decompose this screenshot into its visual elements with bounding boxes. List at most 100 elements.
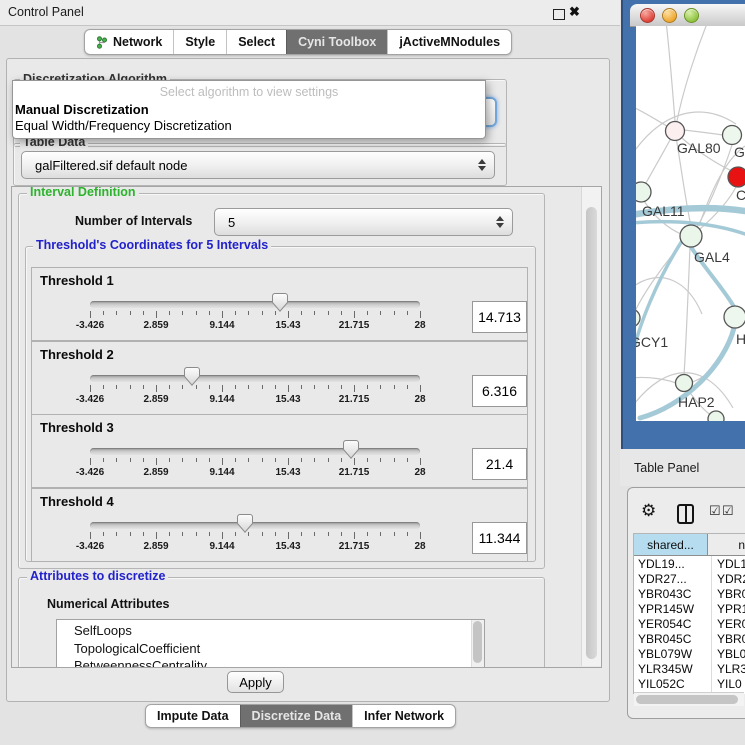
slider-ticks — [90, 532, 420, 540]
mac-zoom-button[interactable] — [684, 8, 699, 23]
table-row[interactable]: YDL19...YDL1 — [634, 556, 745, 571]
threshold-slider-thumb[interactable] — [184, 367, 200, 386]
tab-select[interactable]: Select — [226, 30, 286, 54]
table-cell-shared-name[interactable]: YLR345W — [634, 662, 712, 677]
network-node-label: C — [736, 187, 745, 203]
network-node-gcy1[interactable] — [636, 309, 640, 327]
attribute-item-topologicalcoefficient[interactable]: TopologicalCoefficient — [57, 640, 484, 658]
table-cell-name[interactable]: YBR0 — [712, 631, 745, 646]
threshold-value-input[interactable]: 6.316 — [472, 375, 527, 407]
bottom-tab-infer-network[interactable]: Infer Network — [352, 705, 455, 727]
network-canvas[interactable]: GAL80GCGAL11GAL4GCY1HHAP2 — [636, 26, 745, 421]
table-header-shared-name[interactable]: shared... — [634, 534, 708, 555]
table-cell-shared-name[interactable]: YPR145W — [634, 601, 712, 616]
table-cell-shared-name[interactable]: YBL079W — [634, 647, 712, 662]
attribute-item-selfloops[interactable]: SelfLoops — [57, 622, 484, 640]
network-node-gal4[interactable] — [680, 225, 702, 247]
table-horizontal-scrollbar[interactable] — [634, 692, 744, 706]
network-node-gal80[interactable] — [666, 122, 685, 141]
mac-close-button[interactable] — [640, 8, 655, 23]
tick-label: -3.426 — [76, 320, 104, 331]
table-row[interactable]: YLR345WYLR3 — [634, 662, 745, 677]
mac-minimize-button[interactable] — [662, 8, 677, 23]
number-of-intervals-combo[interactable]: 5 — [214, 208, 513, 236]
slider-ticks — [90, 385, 420, 393]
network-node-gal11[interactable] — [636, 182, 651, 202]
table-row[interactable]: YER054CYER0 — [634, 616, 745, 631]
table-cell-name[interactable]: YER0 — [712, 616, 745, 631]
tab-cyni-toolbox[interactable]: Cyni Toolbox — [286, 30, 387, 54]
threshold-slider-thumb[interactable] — [272, 293, 288, 312]
table-panel-title: Table Panel — [634, 461, 699, 475]
slider-tick-labels: -3.4262.8599.14415.4321.71528 — [90, 467, 420, 479]
table-cell-name[interactable]: YBR0 — [712, 586, 745, 601]
attributes-list-scrollbar[interactable] — [471, 620, 484, 668]
threshold-slider-track[interactable] — [90, 301, 420, 308]
gear-icon[interactable]: ⚙ — [641, 501, 656, 521]
table-cell-name[interactable]: YPR1 — [712, 601, 745, 616]
number-of-intervals-value: 5 — [215, 215, 235, 230]
network-node-hap2[interactable] — [676, 375, 693, 392]
attributes-list-scrollbar-thumb[interactable] — [473, 621, 482, 663]
table-header-name[interactable]: n — [708, 534, 745, 555]
threshold-value-input[interactable]: 21.4 — [472, 448, 527, 480]
float-window-icon[interactable] — [553, 9, 565, 20]
tick-mark — [248, 385, 249, 389]
settings-vertical-scrollbar[interactable] — [581, 187, 601, 666]
threshold-slider-track[interactable] — [90, 375, 420, 382]
threshold-value-input[interactable]: 11.344 — [472, 522, 527, 554]
table-row[interactable]: YBR043CYBR0 — [634, 586, 745, 601]
numerical-attributes-list[interactable]: SelfLoopsTopologicalCoefficientBetweenne… — [56, 619, 485, 668]
table-hscrollbar-thumb[interactable] — [636, 695, 738, 704]
table-row[interactable]: YDR27...YDR2 — [634, 571, 745, 586]
table-cell-shared-name[interactable]: YDL19... — [634, 556, 712, 571]
checkbox-icon[interactable]: ☑ — [709, 503, 721, 519]
bottom-tab-impute-data[interactable]: Impute Data — [146, 705, 240, 727]
table-cell-shared-name[interactable]: YBR045C — [634, 631, 712, 646]
threshold-slider-thumb[interactable] — [343, 440, 359, 459]
table-row[interactable]: YBR045CYBR0 — [634, 631, 745, 646]
table-row[interactable]: YIL052CYIL0 — [634, 677, 745, 692]
table-row[interactable]: YBL079WYBL0 — [634, 647, 745, 662]
table-cell-shared-name[interactable]: YBR043C — [634, 586, 712, 601]
tab-label: Cyni Toolbox — [298, 35, 376, 49]
table-cell-shared-name[interactable]: YIL052C — [634, 677, 712, 692]
threshold-slider-track[interactable] — [90, 448, 420, 455]
table-row[interactable]: YPR145WYPR1 — [634, 601, 745, 616]
tick-mark — [328, 385, 329, 389]
tick-mark — [235, 311, 236, 315]
table-data-combo[interactable]: galFiltered.sif default node — [21, 151, 495, 179]
tick-mark — [116, 458, 117, 462]
tick-mark — [235, 532, 236, 536]
threshold-slider-track[interactable] — [90, 522, 420, 529]
network-edge — [684, 247, 690, 375]
tab-style[interactable]: Style — [173, 30, 226, 54]
tick-mark — [209, 458, 210, 462]
columns-icon[interactable] — [677, 504, 694, 524]
table-cell-shared-name[interactable]: YER054C — [634, 616, 712, 631]
tab-network[interactable]: Network — [85, 30, 173, 54]
close-icon[interactable]: ✖ — [569, 4, 580, 20]
table-cell-shared-name[interactable]: YDR27... — [634, 571, 712, 586]
network-node-bottom-node[interactable] — [708, 411, 724, 421]
table-cell-name[interactable]: YLR3 — [712, 662, 745, 677]
number-of-intervals-label: Number of Intervals — [75, 214, 192, 228]
network-node-red-node[interactable] — [728, 167, 745, 187]
algorithm-option-manual-discretization[interactable]: Manual Discretization — [15, 102, 149, 118]
table-cell-name[interactable]: YDL1 — [712, 556, 745, 571]
tab-jactivemnodules[interactable]: jActiveMNodules — [387, 30, 511, 54]
attribute-item-betweennesscentrality[interactable]: BetweennessCentrality — [57, 657, 484, 668]
algorithm-option-equal-width-frequency-discretization[interactable]: Equal Width/Frequency Discretization — [15, 118, 232, 134]
threshold-value-input[interactable]: 14.713 — [472, 301, 527, 333]
checkbox-icon[interactable]: ☑ — [722, 503, 734, 519]
bottom-tab-discretize-data[interactable]: Discretize Data — [240, 705, 353, 727]
table-cell-name[interactable]: YIL0 — [712, 677, 745, 692]
network-node-h-partial[interactable] — [724, 306, 745, 328]
apply-button[interactable]: Apply — [227, 671, 284, 693]
table-cell-name[interactable]: YDR2 — [712, 571, 745, 586]
stepper-arrows-icon — [496, 209, 504, 235]
network-node-g-partial[interactable] — [723, 126, 742, 145]
threshold-slider-thumb[interactable] — [237, 514, 253, 533]
table-cell-name[interactable]: YBL0 — [712, 647, 745, 662]
settings-scrollbar-thumb[interactable] — [586, 207, 597, 659]
